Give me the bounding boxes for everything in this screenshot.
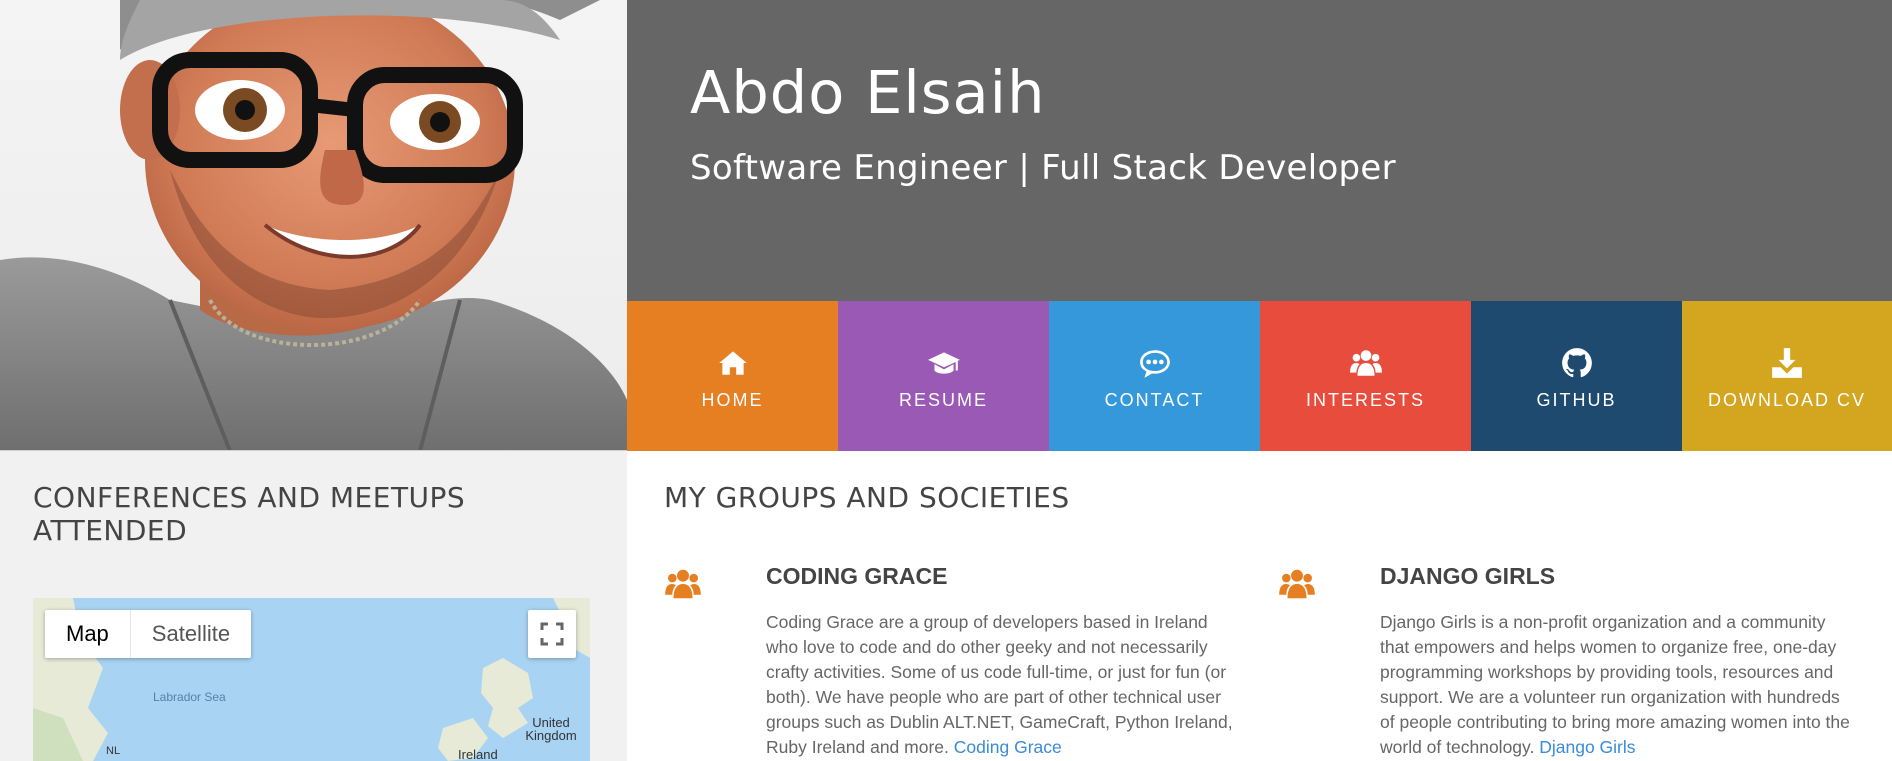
users-icon [1349,346,1383,380]
map-view-button[interactable]: Map [45,610,131,658]
main-nav: HOME RESUME CONTACT INTERESTS GITHUB DOW… [627,301,1892,451]
group-description: Django Girls is a non-profit organizatio… [1380,612,1850,757]
profile-header: Abdo Elsaih Software Engineer | Full Sta… [627,0,1892,301]
nav-home-label: HOME [701,389,764,410]
fullscreen-icon [540,622,564,646]
profile-name: Abdo Elsaih [690,58,1046,127]
nav-interests-label: INTERESTS [1305,389,1425,410]
github-icon [1560,346,1594,380]
conferences-title: CONFERENCES AND MEETUPS ATTENDED [33,481,466,547]
nav-interests-tile[interactable]: INTERESTS [1260,301,1471,451]
group-description: Coding Grace are a group of developers b… [766,612,1233,757]
groups-section: MY GROUPS AND SOCIETIES CODING GRACE Cod… [627,451,1892,761]
map-label-united-kingdom: United Kingdom [525,715,577,743]
nav-home-tile[interactable]: HOME [627,301,838,451]
nav-contact-label: CONTACT [1104,389,1205,410]
nav-github-tile[interactable]: GITHUB [1471,301,1682,451]
fullscreen-button[interactable] [528,610,576,658]
users-icon [664,565,702,603]
group-name: DJANGO GIRLS [1380,563,1556,589]
graduation-cap-icon [927,346,961,380]
download-icon [1770,346,1804,380]
nav-resume-label: RESUME [898,389,988,410]
conferences-section: CONFERENCES AND MEETUPS ATTENDED Map Sat… [0,451,627,761]
nav-github-label: GITHUB [1536,389,1617,410]
map-label-labrador-sea: Labrador Sea [153,690,226,704]
map-label-nl: NL [106,745,121,757]
profile-tagline: Software Engineer | Full Stack Developer [690,148,1396,188]
profile-photo [0,0,627,451]
home-icon [716,346,750,380]
chat-bubble-icon [1138,346,1172,380]
nav-download-cv-label: DOWNLOAD CV [1707,389,1866,410]
map-type-control: Map Satellite [45,610,252,658]
django-girls-link[interactable]: Django Girls [1539,737,1635,757]
groups-title: MY GROUPS AND SOCIETIES [664,481,1070,514]
nav-contact-tile[interactable]: CONTACT [1049,301,1260,451]
conferences-map[interactable]: Map Satellite Labrador Sea United Kingdo… [33,598,590,761]
satellite-view-button[interactable]: Satellite [131,610,251,658]
nav-download-cv-tile[interactable]: DOWNLOAD CV [1682,301,1892,451]
group-name: CODING GRACE [766,563,948,589]
map-label-ireland: Ireland [458,747,498,761]
coding-grace-link[interactable]: Coding Grace [954,737,1062,757]
users-icon [1278,565,1316,603]
nav-resume-tile[interactable]: RESUME [838,301,1049,451]
